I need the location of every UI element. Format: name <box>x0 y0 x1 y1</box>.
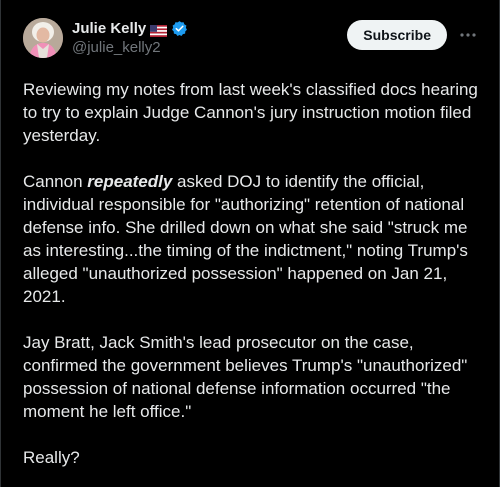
tweet-paragraph-2-end: asked DOJ to identify the official, indi… <box>23 172 468 306</box>
us-flag-icon <box>150 23 168 37</box>
tweet-card: Julie Kelly @julie_kelly2 Subscribe Revi… <box>0 0 500 487</box>
tweet-header: Julie Kelly @julie_kelly2 Subscribe <box>23 14 483 62</box>
display-name[interactable]: Julie Kelly <box>72 20 146 38</box>
subscribe-button[interactable]: Subscribe <box>347 20 447 50</box>
tweet-paragraph-3: Jay Bratt, Jack Smith's lead prosecutor … <box>23 333 468 421</box>
name-row: Julie Kelly <box>72 20 188 38</box>
author-handle[interactable]: @julie_kelly2 <box>72 39 188 57</box>
tweet-paragraph-2-start: Cannon <box>23 172 88 191</box>
verified-badge-icon[interactable] <box>171 20 188 37</box>
tweet-paragraph-1: Reviewing my notes from last week's clas… <box>23 80 478 145</box>
tweet-paragraph-2: Cannon repeatedly asked DOJ to identify … <box>23 170 485 308</box>
author-block: Julie Kelly @julie_kelly2 <box>72 20 188 57</box>
tweet-paragraph-4: Really? <box>23 448 80 467</box>
avatar-image <box>23 18 63 58</box>
tweet-emphasis: repeatedly <box>87 172 173 191</box>
more-dots-icon[interactable] <box>453 20 483 50</box>
avatar[interactable] <box>23 18 63 58</box>
tweet-text: Reviewing my notes from last week's clas… <box>23 78 485 469</box>
